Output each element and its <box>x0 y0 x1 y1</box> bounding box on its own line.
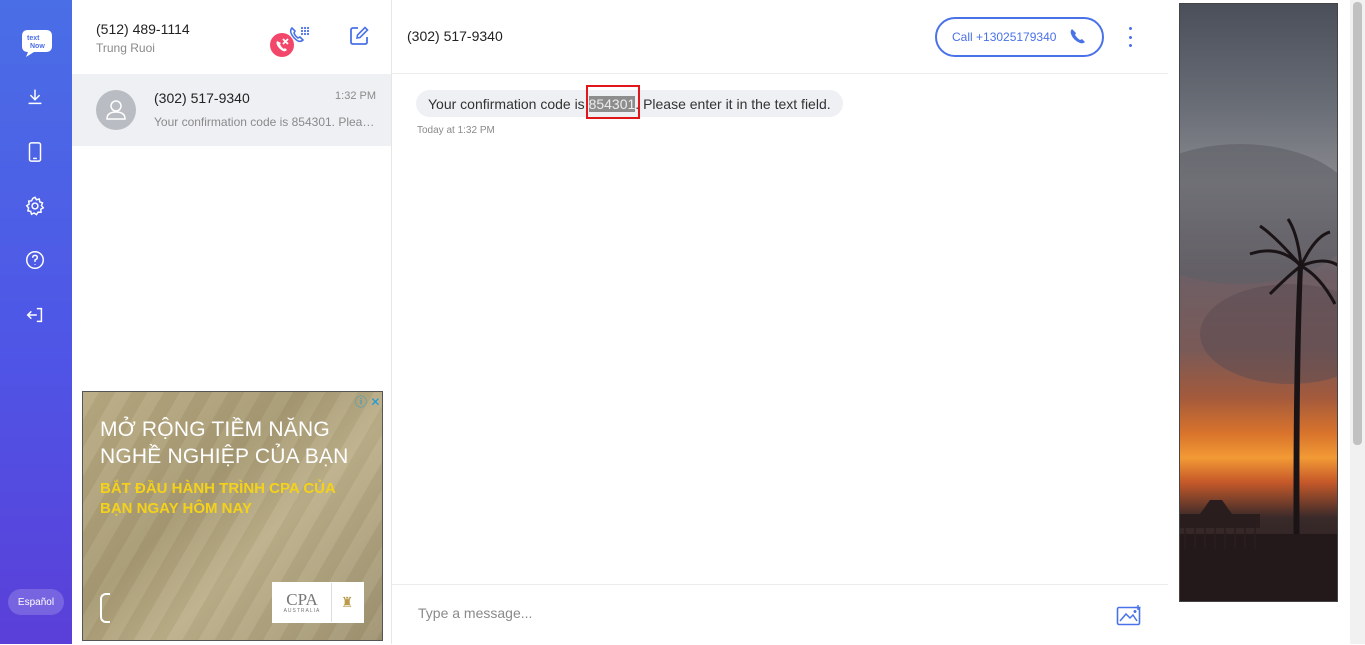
message-timestamp: Today at 1:32 PM <box>417 125 495 136</box>
conversation-time: 1:32 PM <box>335 90 376 102</box>
language-toggle-button[interactable]: Español <box>8 589 64 615</box>
ad-brand-name: CPA <box>286 590 318 609</box>
account-name: Trung Ruoi <box>96 41 155 55</box>
scrollbar-thumb[interactable] <box>1353 2 1362 445</box>
textnow-logo-icon[interactable]: text Now <box>16 22 56 62</box>
ad-brand-logo: CPA AUSTRALIA ♜ <box>272 582 364 623</box>
svg-text:text: text <box>27 35 40 42</box>
conversation-preview: Your confirmation code is 854301. Please… <box>154 115 376 129</box>
compose-edit-icon <box>350 26 369 45</box>
advertisement-banner[interactable]: ⓘ ✕ MỞ RỘNG TIỀM NĂNG NGHỀ NGHIỆP CỦA BẠ… <box>82 391 383 641</box>
sunset-palm-tree-image <box>1179 3 1338 602</box>
ad-headline: MỞ RỘNG TIỀM NĂNG NGHỀ NGHIỆP CỦA BẠN <box>100 418 349 468</box>
ad-choices-icon[interactable]: ⓘ ✕ <box>355 393 380 410</box>
logout-icon[interactable] <box>18 298 52 332</box>
message-composer <box>392 584 1168 645</box>
contact-avatar <box>96 90 136 130</box>
ad-brand-sub: AUSTRALIA <box>283 608 321 614</box>
ad-seal-icon: ♜ <box>331 583 362 622</box>
settings-gear-icon[interactable] <box>18 189 52 223</box>
dialpad-call-icon <box>270 26 310 57</box>
person-avatar-icon <box>106 100 126 120</box>
code-highlight-box <box>586 85 640 119</box>
phone-call-icon <box>1070 29 1085 44</box>
account-phone-number: (512) 489-1114 <box>96 21 190 37</box>
help-icon[interactable] <box>18 243 52 277</box>
conversation-list-item[interactable]: (302) 517-9340 1:32 PM Your confirmation… <box>72 74 391 146</box>
message-input[interactable] <box>416 604 1060 622</box>
ad-bracket-decoration <box>100 593 110 623</box>
svg-text:Now: Now <box>30 43 45 50</box>
call-contact-button[interactable]: Call +13025179340 <box>935 17 1104 57</box>
ad-subheadline: BẮT ĐẦU HÀNH TRÌNH CPA CỦA BẠN NGAY HÔM … <box>100 480 336 517</box>
call-button-label: Call +13025179340 <box>952 30 1057 44</box>
attach-image-icon[interactable] <box>1116 604 1142 626</box>
conversation-name: (302) 517-9340 <box>154 90 250 106</box>
download-icon[interactable] <box>18 80 52 114</box>
chat-header: (302) 517-9340 Call +13025179340 <box>392 0 1168 74</box>
dialpad-button[interactable] <box>270 24 310 60</box>
phone-device-icon[interactable] <box>18 135 52 169</box>
page-scrollbar[interactable] <box>1350 0 1365 644</box>
left-nav-rail: text Now Español <box>0 0 72 644</box>
message-text-after: . Please enter it in the text field. <box>635 95 831 112</box>
message-text-before: Your confirmation code is <box>428 95 589 112</box>
compose-message-button[interactable] <box>348 25 370 47</box>
palm-pier-silhouette <box>1180 144 1337 601</box>
chat-contact-title: (302) 517-9340 <box>407 28 503 44</box>
more-options-icon[interactable] <box>1125 27 1135 47</box>
